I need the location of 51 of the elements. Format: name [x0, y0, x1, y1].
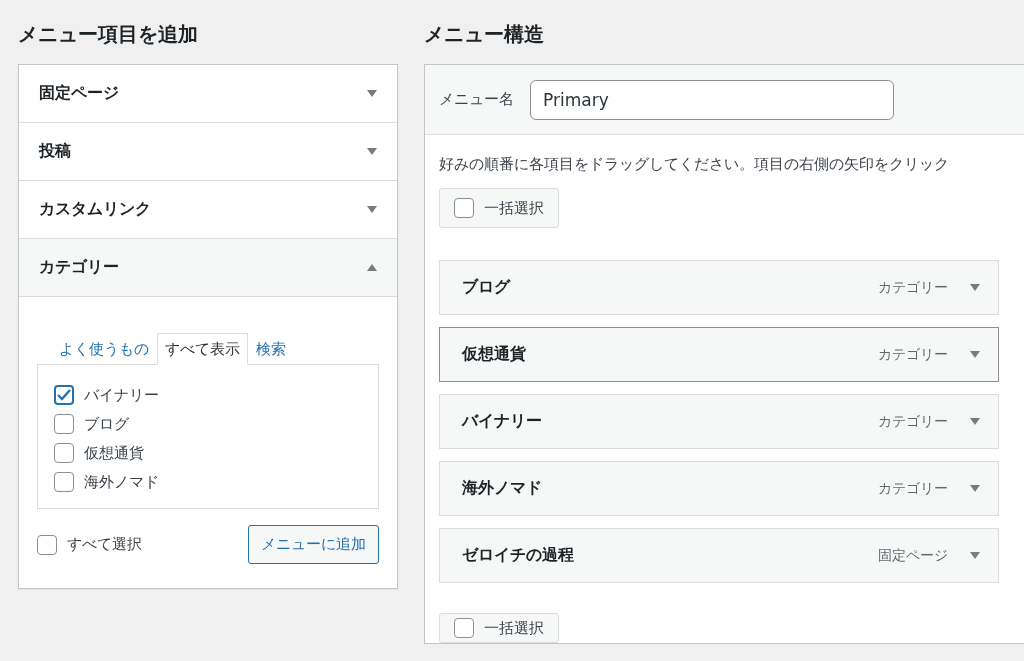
checkbox-label: バイナリー [84, 385, 159, 405]
collapse-arrow-icon [367, 264, 377, 271]
bulk-select-button[interactable]: 一括選択 [439, 613, 559, 643]
menu-item[interactable]: 海外ノマド カテゴリー [439, 461, 999, 516]
tab[interactable]: すべて表示 [157, 333, 248, 365]
menu-item-title: 仮想通貨 [462, 344, 527, 365]
menu-item-type: 固定ページ [878, 546, 948, 565]
checkbox-label: 海外ノマド [84, 472, 159, 492]
bulk-select-button[interactable]: 一括選択 [439, 188, 559, 228]
checkbox[interactable] [54, 472, 74, 492]
menu-item[interactable]: 仮想通貨 カテゴリー [439, 327, 999, 382]
section-heading: メニュー構造 [424, 21, 545, 48]
expand-arrow-icon [367, 90, 377, 97]
accordion-header[interactable]: 投稿 [19, 123, 397, 181]
menu-item[interactable]: ゼロイチの過程 固定ページ [439, 528, 999, 583]
checkbox[interactable] [37, 534, 57, 555]
menu-item-type: カテゴリー [878, 345, 948, 364]
menu-name-field[interactable]: Primary [530, 79, 894, 120]
accordion-header[interactable]: カスタムリンク [19, 181, 397, 239]
expand-arrow-icon [367, 206, 377, 213]
checkbox[interactable] [54, 443, 74, 463]
checkbox[interactable] [454, 198, 474, 218]
expand-arrow-icon [367, 148, 377, 155]
menu-item-type: カテゴリー [878, 479, 948, 498]
menu-item[interactable]: バイナリー カテゴリー [439, 394, 999, 449]
menu-item-type: カテゴリー [878, 412, 948, 431]
field-label: メニュー名 [439, 90, 514, 109]
expand-arrow-icon[interactable] [970, 485, 980, 492]
checkbox[interactable] [54, 385, 74, 405]
expand-arrow-icon[interactable] [970, 552, 980, 559]
section-heading: メニュー項目を追加 [18, 21, 199, 48]
tab[interactable]: よく使うもの [51, 333, 157, 365]
expand-arrow-icon[interactable] [970, 351, 980, 358]
menu-item[interactable]: ブログ カテゴリー [439, 260, 999, 315]
checkbox-label: 仮想通貨 [84, 443, 144, 463]
accordion-header[interactable]: 固定ページ [19, 65, 397, 123]
instruction-text: 好みの順番に各項目をドラッグしてください。項目の右側の矢印をクリック [439, 155, 950, 174]
menu-item-type: カテゴリー [878, 278, 948, 297]
checkbox[interactable] [54, 414, 74, 434]
tab[interactable]: 検索 [248, 333, 294, 365]
accordion-header[interactable]: カテゴリー [19, 239, 397, 297]
menu-item-title: ゼロイチの過程 [462, 545, 575, 566]
add-to-menu-button[interactable]: メニューに追加 [248, 525, 379, 564]
menu-item-title: バイナリー [462, 411, 543, 432]
checkbox-label: ブログ [84, 414, 129, 434]
checkbox[interactable] [454, 618, 474, 638]
expand-arrow-icon[interactable] [970, 284, 980, 291]
expand-arrow-icon[interactable] [970, 418, 980, 425]
checkbox-label: すべて選択 [67, 535, 142, 554]
menu-item-title: 海外ノマド [462, 478, 543, 499]
menu-item-title: ブログ [462, 277, 512, 298]
